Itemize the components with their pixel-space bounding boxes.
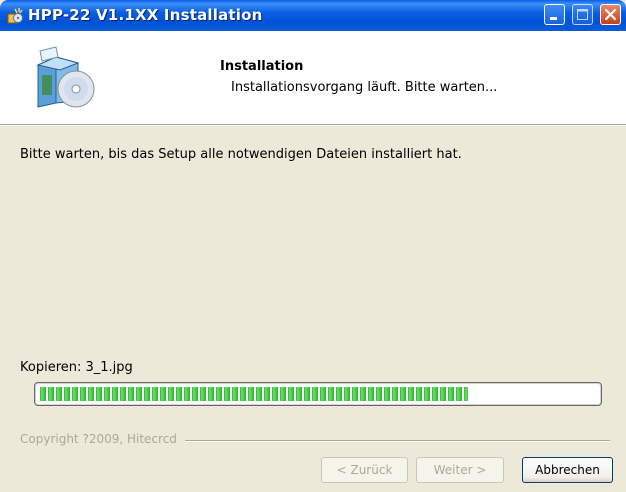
maximize-button[interactable] — [572, 4, 593, 25]
copyright-text: Copyright ?2009, Hitecrcd — [20, 432, 183, 446]
maximize-icon — [577, 9, 588, 20]
window-title: HPP-22 V1.1XX Installation — [28, 6, 263, 24]
header-subtitle: Installationsvorgang läuft. Bitte warten… — [231, 80, 498, 95]
installer-window: HPP-22 V1.1XX Installation Installation … — [0, 0, 626, 492]
close-button[interactable] — [600, 4, 621, 25]
copy-status: Kopieren: 3_1.jpg — [20, 360, 133, 375]
minimize-icon — [550, 17, 557, 20]
install-message: Bitte warten, bis das Setup alle notwend… — [20, 147, 462, 162]
progress-fill — [40, 387, 469, 401]
cancel-button[interactable]: Abbrechen — [522, 457, 613, 483]
installer-box-cd-icon — [36, 46, 95, 108]
installer-app-icon — [7, 8, 23, 24]
close-icon — [604, 8, 617, 21]
back-button[interactable]: < Zurück — [321, 457, 408, 483]
next-button[interactable]: Weiter > — [416, 457, 504, 483]
header-title: Installation — [220, 59, 304, 74]
minimize-button[interactable] — [544, 4, 565, 25]
title-bar[interactable]: HPP-22 V1.1XX Installation — [0, 0, 626, 31]
header-divider-highlight — [0, 125, 626, 126]
footer-divider-highlight — [185, 441, 610, 442]
progress-bar — [34, 382, 602, 406]
